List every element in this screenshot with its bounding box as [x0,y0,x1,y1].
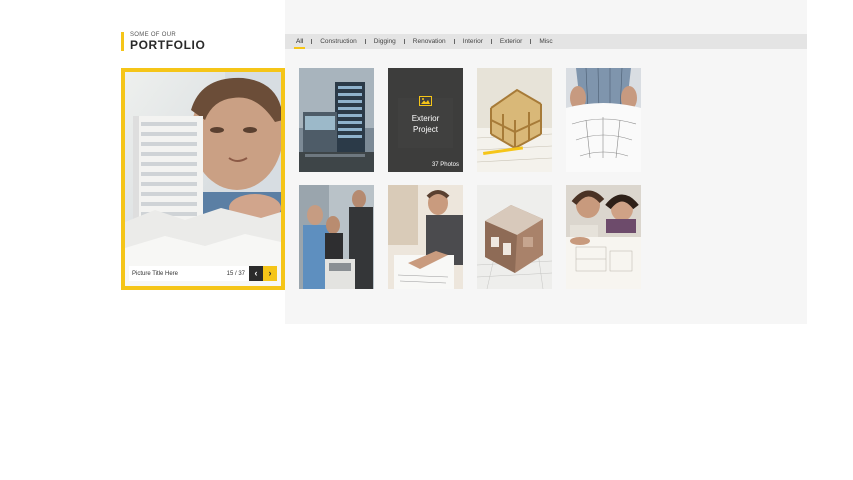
portfolio-section: SOME OF OUR PORTFOLIO Picture Title Here… [0,0,853,480]
filter-separator [311,39,313,44]
filter-misc[interactable]: Misc [534,34,557,49]
filter-separator [364,39,366,44]
prev-picture-button[interactable]: ‹ [249,266,263,281]
image-icon [419,96,432,106]
house-model-thumbnail [477,185,552,289]
filter-bar: All Construction Digging Renovation Inte… [285,34,807,49]
wood-frame-model-thumbnail [477,68,552,172]
gallery-tile[interactable] [566,185,641,289]
office-building-thumbnail [299,68,374,172]
gallery-tile[interactable] [299,68,374,172]
tile-title-line1: Exterior [411,114,440,123]
chevron-right-icon: › [268,268,272,278]
picture-title: Picture Title Here [132,270,179,277]
tile-title-line2: Project [413,125,438,134]
filter-separator [490,39,492,44]
next-picture-button[interactable]: › [263,266,277,281]
filter-separator [403,39,405,44]
filter-digging[interactable]: Digging [369,34,401,49]
filter-interior[interactable]: Interior [458,34,488,49]
gallery-tile[interactable] [477,68,552,172]
filter-separator [453,39,455,44]
gallery-tile[interactable] [299,185,374,289]
tile-hover-overlay: Exterior Project 37 Photos [388,68,463,172]
couple-plans-thumbnail [566,185,641,289]
featured-photo [125,72,281,286]
tile-photo-count: 37 Photos [431,162,459,168]
picture-caption-bar: Picture Title Here 15 / 37 ‹ › [129,266,277,281]
featured-slideshow: Picture Title Here 15 / 37 ‹ › [121,68,285,290]
filter-all[interactable]: All [291,34,308,49]
gallery-tile[interactable] [388,185,463,289]
blueprint-review-thumbnail [566,68,641,172]
section-heading: SOME OF OUR PORTFOLIO [121,32,206,52]
chevron-left-icon: ‹ [254,268,258,278]
architect-drawing-thumbnail [388,185,463,289]
gallery-tile[interactable] [566,68,641,172]
picture-counter: 15 / 37 [226,270,245,277]
filter-separator [530,39,532,44]
filter-renovation[interactable]: Renovation [408,34,451,49]
filter-exterior[interactable]: Exterior [495,34,527,49]
team-meeting-thumbnail [299,185,374,289]
section-title: PORTFOLIO [130,38,206,52]
gallery-tile-hovered[interactable]: Exterior Project 37 Photos [388,68,463,172]
gallery-tile[interactable] [477,185,552,289]
filter-construction[interactable]: Construction [315,34,362,49]
gallery-panel: All Construction Digging Renovation Inte… [285,0,807,324]
